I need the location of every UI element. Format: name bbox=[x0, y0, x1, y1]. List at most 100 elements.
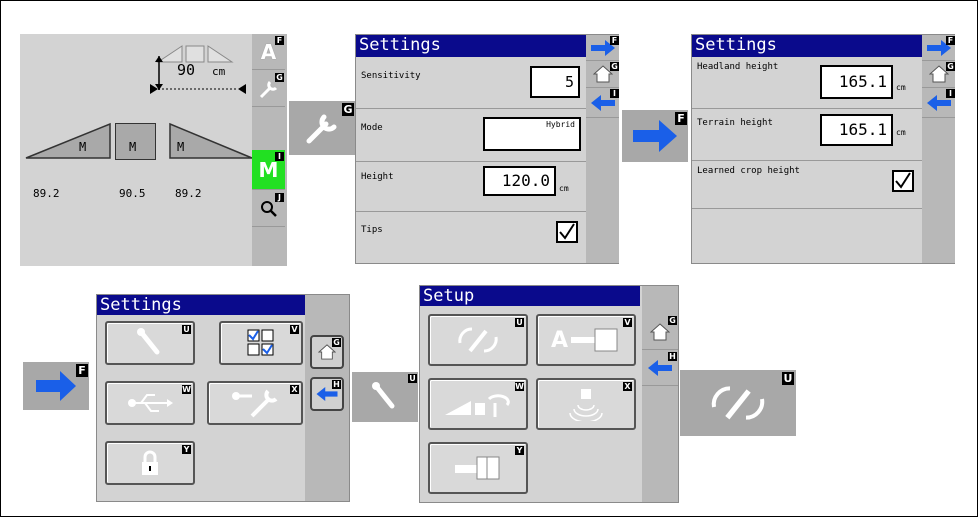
right-section-label: M bbox=[177, 140, 185, 154]
settings-screen-2: Settings Headland height 165.1 cm Terrai… bbox=[691, 34, 955, 264]
auto-mode-icon: A bbox=[260, 39, 277, 64]
mode-field[interactable]: Hybrid bbox=[483, 117, 581, 151]
wrench-icon bbox=[137, 328, 160, 355]
key-y: Y bbox=[515, 446, 524, 455]
usb-icon bbox=[128, 394, 173, 412]
page-title: Settings bbox=[359, 35, 441, 55]
sensitivity-field[interactable]: 5 bbox=[530, 66, 580, 98]
back-button[interactable]: I bbox=[586, 88, 619, 118]
tips-row[interactable]: Tips bbox=[356, 212, 586, 264]
key-f: F bbox=[275, 36, 284, 45]
auto-calibration-tile[interactable]: A V bbox=[536, 314, 636, 366]
mode-label: Mode bbox=[361, 123, 383, 133]
settings-button[interactable]: G bbox=[252, 71, 285, 107]
key-g: G bbox=[332, 338, 341, 347]
key-i: I bbox=[275, 152, 284, 161]
height-field[interactable]: 120.0 bbox=[483, 166, 556, 196]
arrow-right-icon bbox=[36, 371, 76, 401]
key-v: V bbox=[290, 325, 299, 334]
height-unit: cm bbox=[559, 184, 569, 193]
wrench-callout: G bbox=[289, 101, 355, 155]
terrain-label: Terrain height bbox=[697, 118, 773, 128]
sensitivity-label: Sensitivity bbox=[361, 71, 421, 81]
sensor-tile[interactable]: X bbox=[536, 378, 636, 430]
home-button[interactable]: G bbox=[310, 335, 344, 369]
key-i: I bbox=[610, 89, 619, 98]
next-callout-2: F bbox=[23, 362, 89, 410]
next-button[interactable]: F bbox=[586, 35, 619, 61]
main-sidebar: A F G M I J bbox=[252, 34, 287, 266]
tips-checkbox[interactable] bbox=[556, 221, 578, 243]
search-button[interactable]: J bbox=[252, 191, 285, 227]
home-button[interactable]: G bbox=[922, 61, 955, 88]
cylinder-icon bbox=[455, 456, 500, 480]
key-x: X bbox=[623, 382, 632, 391]
mode-row[interactable]: Mode Hybrid bbox=[356, 109, 586, 162]
arrow-left-icon bbox=[316, 387, 338, 401]
learned-crop-row[interactable]: Learned crop height bbox=[692, 161, 922, 209]
setup-sidebar: G H bbox=[642, 286, 678, 502]
key-i: I bbox=[946, 89, 955, 98]
right-reading: 89.2 bbox=[175, 187, 202, 200]
height-unit: cm bbox=[212, 65, 226, 78]
sync-wrench-icon bbox=[711, 386, 765, 420]
headland-row[interactable]: Headland height 165.1 cm bbox=[692, 57, 922, 109]
tools-callout: U bbox=[352, 372, 418, 422]
key-wrench-tile[interactable]: X bbox=[207, 381, 303, 425]
back-button[interactable]: H bbox=[642, 350, 678, 386]
callout-key-g: G bbox=[342, 103, 354, 116]
checklist-icon bbox=[247, 329, 274, 356]
next-button[interactable]: F bbox=[922, 35, 955, 61]
lock-tile[interactable]: Y bbox=[105, 441, 195, 485]
settings-title-bar: Settings bbox=[692, 35, 922, 57]
auto-mode-button[interactable]: A F bbox=[252, 34, 285, 70]
usb-tile[interactable]: W bbox=[105, 381, 195, 425]
terrain-row[interactable]: Terrain height 165.1 cm bbox=[692, 109, 922, 161]
headland-field[interactable]: 165.1 bbox=[820, 65, 893, 99]
boom-setup-tile[interactable]: W bbox=[428, 378, 528, 430]
check-icon bbox=[559, 223, 575, 240]
callout-key-f: F bbox=[675, 112, 687, 125]
home-button[interactable]: G bbox=[586, 61, 619, 88]
sensitivity-row[interactable]: Sensitivity 5 bbox=[356, 57, 586, 109]
home-button[interactable]: G bbox=[642, 314, 678, 350]
sync-tile[interactable]: U bbox=[428, 314, 528, 366]
key-g: G bbox=[668, 316, 677, 325]
wrench-icon bbox=[372, 382, 395, 409]
tips-label: Tips bbox=[361, 225, 383, 235]
learned-crop-checkbox[interactable] bbox=[892, 170, 914, 192]
callout-key-u: U bbox=[782, 372, 794, 385]
options-tile[interactable]: V bbox=[219, 321, 303, 365]
key-j: J bbox=[275, 193, 284, 202]
svg-text:A: A bbox=[551, 328, 568, 353]
manual-mode-icon: M bbox=[258, 157, 279, 182]
page-title: Setup bbox=[423, 286, 475, 306]
key-w: W bbox=[182, 385, 191, 394]
check-icon bbox=[895, 172, 911, 189]
back-button[interactable]: H bbox=[310, 377, 344, 411]
learned-crop-label: Learned crop height bbox=[697, 166, 800, 176]
cylinder-tile[interactable]: Y bbox=[428, 442, 528, 494]
magnifier-icon bbox=[260, 200, 277, 217]
page-title: Settings bbox=[695, 35, 777, 55]
key-g: G bbox=[275, 73, 284, 82]
ground-line bbox=[150, 84, 246, 94]
key-u: U bbox=[515, 318, 524, 327]
height-row[interactable]: Height 120.0 cm bbox=[356, 162, 586, 212]
back-button[interactable]: I bbox=[922, 88, 955, 118]
manual-mode-button[interactable]: M I bbox=[252, 150, 285, 190]
height-value: 90 bbox=[177, 61, 196, 79]
settings-screen-3: Settings U V W X Y G H bbox=[96, 294, 350, 502]
callout-key-f: F bbox=[76, 364, 88, 377]
key-w: W bbox=[515, 382, 524, 391]
main-view: 90 cm M M M 89.2 90.5 89.2 bbox=[20, 34, 253, 266]
arrow-right-icon bbox=[633, 120, 677, 152]
settings1-sidebar: F G I bbox=[586, 35, 619, 263]
callout-key-u: U bbox=[408, 374, 417, 383]
home-icon bbox=[650, 322, 670, 340]
terrain-unit: cm bbox=[896, 128, 906, 137]
tools-tile[interactable]: U bbox=[105, 321, 195, 365]
key-x: X bbox=[290, 385, 299, 394]
lock-icon bbox=[142, 450, 158, 475]
terrain-field[interactable]: 165.1 bbox=[820, 114, 893, 146]
